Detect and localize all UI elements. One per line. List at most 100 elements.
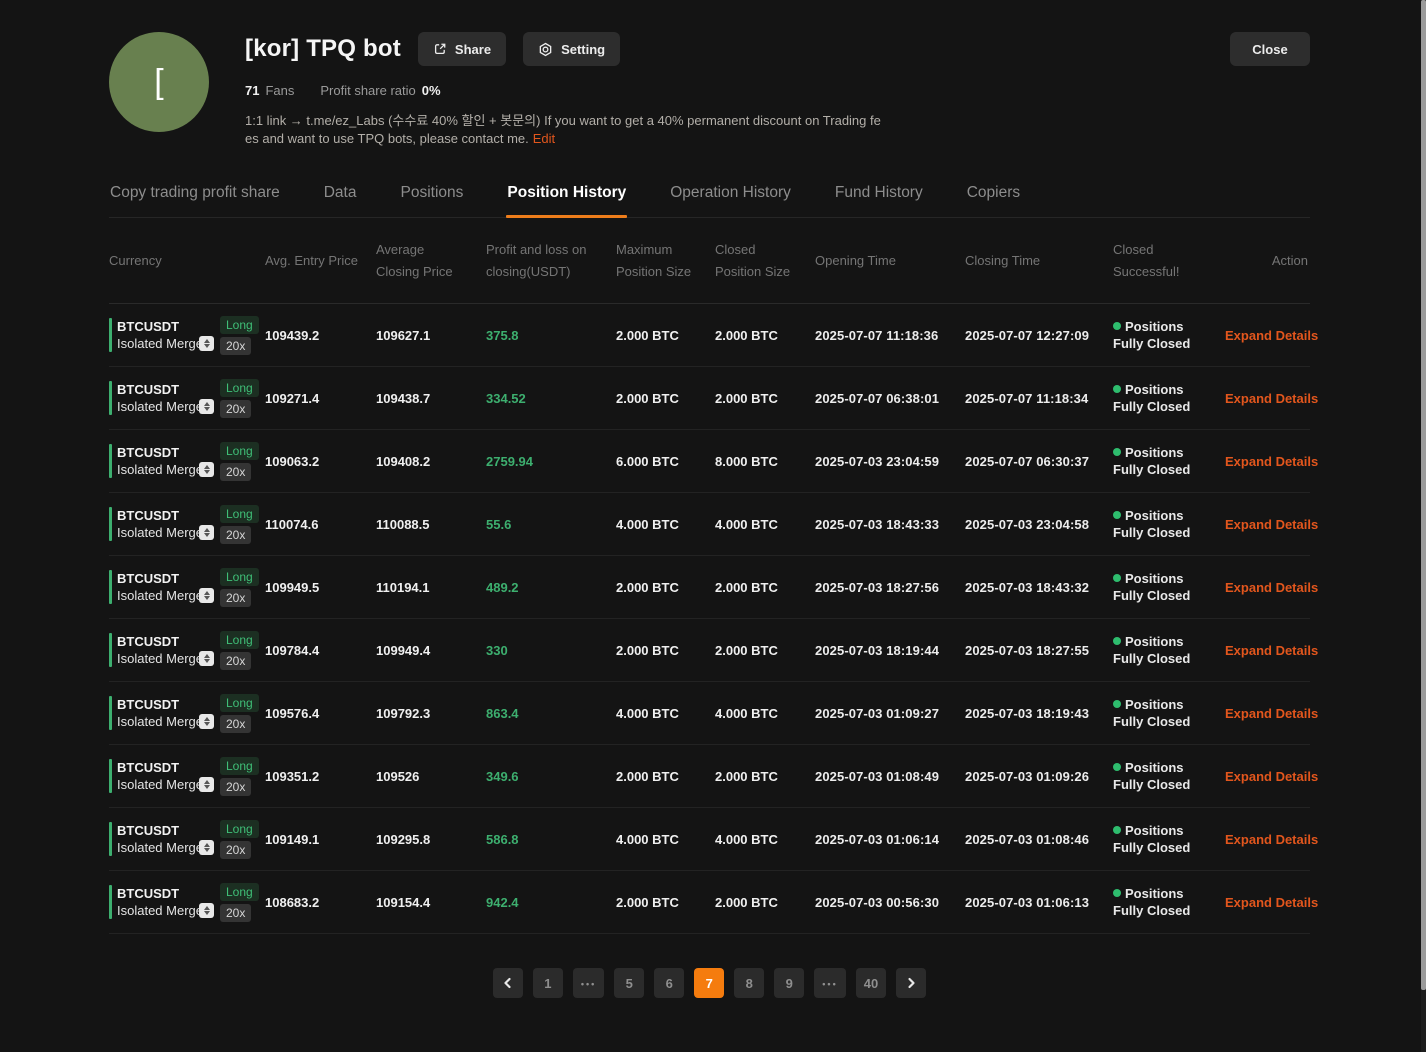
- close-button[interactable]: Close: [1230, 32, 1310, 66]
- closed-position-size: 2.000 BTC: [715, 895, 815, 910]
- leverage-badge: 20x: [220, 463, 251, 481]
- long-indicator-bar: [109, 381, 112, 415]
- side-badge: Long: [220, 442, 259, 460]
- leverage-badge: 20x: [220, 652, 251, 670]
- leverage-badge: 20x: [220, 904, 251, 922]
- avg-closing-price: 109408.2: [376, 454, 486, 469]
- margin-mode-selector-icon[interactable]: [199, 336, 214, 351]
- tab-fund-history[interactable]: Fund History: [834, 174, 924, 217]
- margin-mode-selector-icon[interactable]: [199, 714, 214, 729]
- closing-pnl: 55.6: [486, 517, 616, 532]
- closing-time: 2025-07-03 18:19:43: [965, 706, 1113, 721]
- status-cell: Positions Fully Closed: [1113, 633, 1225, 667]
- avg-entry-price: 108683.2: [265, 895, 376, 910]
- chevron-left-icon: [502, 977, 514, 989]
- scrollbar-thumb[interactable]: [1421, 0, 1426, 990]
- side-badge: Long: [220, 379, 259, 397]
- opening-time: 2025-07-03 01:08:49: [815, 769, 965, 784]
- margin-mode-selector-icon[interactable]: [199, 903, 214, 918]
- column-header-action: Action: [1225, 250, 1310, 272]
- status-dot-icon: [1113, 637, 1121, 645]
- profit-share-value: 0%: [422, 83, 441, 98]
- closing-time: 2025-07-07 12:27:09: [965, 328, 1113, 343]
- position-history-page: [ [kor] TPQ bot Share: [0, 0, 1426, 998]
- side-badge: Long: [220, 631, 259, 649]
- side-badge: Long: [220, 820, 259, 838]
- margin-mode-selector-icon[interactable]: [199, 777, 214, 792]
- long-indicator-bar: [109, 444, 112, 478]
- expand-details-link[interactable]: Expand Details: [1225, 580, 1318, 595]
- status-cell: Positions Fully Closed: [1113, 885, 1225, 919]
- prev-page-button[interactable]: [493, 968, 523, 998]
- expand-details-link[interactable]: Expand Details: [1225, 454, 1318, 469]
- description-line1: 1:1 link → t.me/ez_Labs (수수료 40% 할인 + 봇문…: [245, 113, 881, 128]
- status-dot-icon: [1113, 763, 1121, 771]
- avg-entry-price: 109271.4: [265, 391, 376, 406]
- closed-position-size: 2.000 BTC: [715, 328, 815, 343]
- expand-details-link[interactable]: Expand Details: [1225, 643, 1318, 658]
- gear-icon: [538, 42, 553, 57]
- avg-entry-price: 109149.1: [265, 832, 376, 847]
- tab-bar: Copy trading profit share Data Positions Po…: [109, 174, 1310, 218]
- closing-time: 2025-07-03 01:06:13: [965, 895, 1113, 910]
- margin-mode-selector-icon[interactable]: [199, 588, 214, 603]
- margin-mode-selector-icon[interactable]: [199, 462, 214, 477]
- expand-details-link[interactable]: Expand Details: [1225, 391, 1318, 406]
- leverage-badge: 20x: [220, 715, 251, 733]
- leverage-badge: 20x: [220, 841, 251, 859]
- side-badge: Long: [220, 883, 259, 901]
- symbol: BTCUSDT: [117, 570, 220, 587]
- opening-time: 2025-07-03 01:06:14: [815, 832, 965, 847]
- closing-pnl: 334.52: [486, 391, 616, 406]
- margin-mode-selector-icon[interactable]: [199, 651, 214, 666]
- status-cell: Positions Fully Closed: [1113, 444, 1225, 478]
- table-row: BTCUSDT Isolated Merge Long 20x 109949.5…: [109, 556, 1310, 619]
- margin-mode-selector-icon[interactable]: [199, 525, 214, 540]
- tab-copiers[interactable]: Copiers: [966, 174, 1021, 217]
- table-row: BTCUSDT Isolated Merge Long 20x 109063.2…: [109, 430, 1310, 493]
- expand-details-link[interactable]: Expand Details: [1225, 517, 1318, 532]
- tab-data[interactable]: Data: [323, 174, 358, 217]
- tab-positions[interactable]: Positions: [399, 174, 464, 217]
- page-button-40[interactable]: 40: [856, 968, 886, 998]
- expand-details-link[interactable]: Expand Details: [1225, 706, 1318, 721]
- avg-closing-price: 109949.4: [376, 643, 486, 658]
- column-header-maximum-position-size: Maximum Position Size: [616, 239, 715, 283]
- share-button[interactable]: Share: [418, 32, 506, 66]
- scrollbar-track[interactable]: [1421, 0, 1426, 1052]
- expand-details-link[interactable]: Expand Details: [1225, 895, 1318, 910]
- edit-link[interactable]: Edit: [533, 131, 555, 146]
- page-button-5[interactable]: 5: [614, 968, 644, 998]
- expand-details-link[interactable]: Expand Details: [1225, 832, 1318, 847]
- page-button-8[interactable]: 8: [734, 968, 764, 998]
- page-button-9[interactable]: 9: [774, 968, 804, 998]
- opening-time: 2025-07-03 01:09:27: [815, 706, 965, 721]
- setting-button[interactable]: Setting: [523, 32, 620, 66]
- expand-details-link[interactable]: Expand Details: [1225, 328, 1318, 343]
- closed-position-size: 2.000 BTC: [715, 769, 815, 784]
- symbol: BTCUSDT: [117, 318, 220, 335]
- expand-details-link[interactable]: Expand Details: [1225, 769, 1318, 784]
- tab-position-history[interactable]: Position History: [506, 174, 627, 217]
- max-position-size: 2.000 BTC: [616, 328, 715, 343]
- page-button-6[interactable]: 6: [654, 968, 684, 998]
- next-page-button[interactable]: [896, 968, 926, 998]
- leverage-badge: 20x: [220, 526, 251, 544]
- closed-position-size: 4.000 BTC: [715, 706, 815, 721]
- closing-pnl: 586.8: [486, 832, 616, 847]
- avg-closing-price: 110088.5: [376, 517, 486, 532]
- margin-mode-selector-icon[interactable]: [199, 840, 214, 855]
- margin-mode: Isolated Merge: [117, 776, 203, 793]
- page-button-1[interactable]: 1: [533, 968, 563, 998]
- profit-share-label: Profit share ratio: [320, 83, 415, 98]
- column-header-closed-successful: Closed Successful!: [1113, 239, 1225, 283]
- tab-operation-history[interactable]: Operation History: [669, 174, 792, 217]
- tab-copy-trading-profit-share[interactable]: Copy trading profit share: [109, 174, 281, 217]
- pagination-ellipsis[interactable]: •••: [573, 968, 604, 998]
- closed-position-size: 4.000 BTC: [715, 517, 815, 532]
- page-button-7[interactable]: 7: [694, 968, 724, 998]
- margin-mode-selector-icon[interactable]: [199, 399, 214, 414]
- table-row: BTCUSDT Isolated Merge Long 20x 109439.2…: [109, 304, 1310, 367]
- pagination-ellipsis[interactable]: •••: [814, 968, 845, 998]
- status-dot-icon: [1113, 700, 1121, 708]
